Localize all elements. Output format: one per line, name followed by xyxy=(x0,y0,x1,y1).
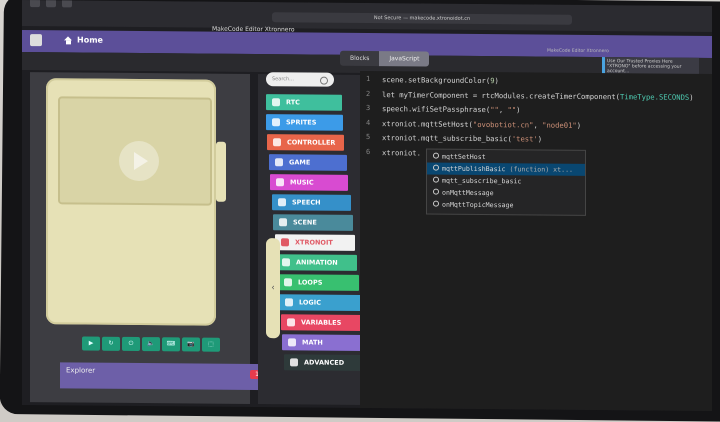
code-line[interactable]: xtroniot. xyxy=(382,148,421,157)
autocomplete-label: mqttSetHost xyxy=(442,152,486,162)
restart-button[interactable]: ↻ xyxy=(102,336,120,351)
sprites-icon xyxy=(272,118,280,127)
run-button[interactable]: ▶ xyxy=(82,336,100,351)
math-icon xyxy=(288,338,296,347)
autocomplete-label: onMqttMessage xyxy=(442,188,494,198)
page-icon[interactable] xyxy=(62,0,72,8)
toolbox-category-rtc[interactable]: RTC xyxy=(266,94,342,111)
toolbox-category-label: SPEECH xyxy=(292,198,321,207)
editor-name-label: MakeCode Editor Xtronnero xyxy=(547,48,609,55)
search-icon[interactable] xyxy=(320,76,328,85)
toolbox-category-music[interactable]: MUSIC xyxy=(270,174,349,191)
autocomplete-popup: mqttSetHost mqttPublishBasic (function) x… xyxy=(426,148,586,216)
music-icon xyxy=(276,178,284,187)
toolbox-category-loops[interactable]: LOOPS xyxy=(278,274,360,291)
method-icon xyxy=(433,164,439,171)
loops-icon xyxy=(284,278,292,287)
explorer-label: Explorer xyxy=(66,366,96,375)
toolbox-category-math[interactable]: MATH xyxy=(282,334,366,351)
line-number: 3 xyxy=(366,104,371,113)
toolbox-category-label: MUSIC xyxy=(290,178,314,187)
variables-icon xyxy=(287,318,295,327)
play-icon[interactable] xyxy=(119,140,159,182)
editor-tabs: Blocks JavaScript xyxy=(340,50,430,67)
line-number: 2 xyxy=(366,89,371,98)
method-icon xyxy=(433,188,439,195)
fullscreen-button[interactable]: ⬚ xyxy=(202,337,220,352)
home-button[interactable]: Home xyxy=(64,35,103,44)
code-line[interactable]: scene.setBackgroundColor(9) xyxy=(382,75,499,85)
toolbox-category-scene[interactable]: SCENE xyxy=(273,214,353,231)
tab-blocks[interactable]: Blocks xyxy=(340,50,380,67)
autocomplete-item[interactable]: onMqttTopicMessage xyxy=(427,199,585,212)
toolbox-category-controller[interactable]: CONTROLLER xyxy=(267,134,345,151)
screen: Not Secure — makecode.xtronoidot.cn Make… xyxy=(22,0,712,412)
toolbox-category-label: ANIMATION xyxy=(296,258,338,267)
toolbox-category-game[interactable]: GAME xyxy=(269,154,347,171)
code-line[interactable]: xtroniot.mqtt_subscribe_basic('test') xyxy=(382,133,542,143)
speech-icon xyxy=(278,198,286,207)
rtc-icon xyxy=(272,98,280,107)
browser-controls xyxy=(30,0,72,8)
toolbox-category-animation[interactable]: ANIMATION xyxy=(276,254,357,271)
logic-icon xyxy=(285,298,293,307)
line-number: 1 xyxy=(366,75,371,84)
mute-button[interactable]: 🔈 xyxy=(142,337,160,352)
line-number: 6 xyxy=(366,147,371,156)
code-line[interactable]: speech.wifiSetPassphrase("", "") xyxy=(382,104,520,114)
advanced-icon xyxy=(290,358,298,367)
controller-icon xyxy=(273,138,281,147)
toolbox-category-advanced[interactable]: ADVANCED xyxy=(284,354,368,372)
autocomplete-label: mqttPublishBasic xyxy=(442,164,506,174)
line-number: 5 xyxy=(366,133,371,142)
toolbox-category-label: LOGIC xyxy=(299,298,321,307)
toolbox-category-variables[interactable]: VARIABLES xyxy=(281,314,364,331)
xtronoit-icon xyxy=(281,238,289,247)
screenshot-button[interactable]: 📷 xyxy=(182,337,200,352)
home-icon xyxy=(64,36,73,44)
toolbox-category-label: GAME xyxy=(289,158,311,167)
simulator-toolbar: ▶ ↻ ⏻ 🔈 ⌨ 📷 ⬚ xyxy=(82,336,220,352)
simulator-side-button[interactable] xyxy=(216,141,226,202)
logo-icon xyxy=(30,34,42,47)
toolbox-category-label: LOOPS xyxy=(298,278,323,287)
autocomplete-label: onMqttTopicMessage xyxy=(442,200,514,210)
tab-javascript[interactable]: JavaScript xyxy=(379,51,430,67)
toolbox-category-label: VARIABLES xyxy=(301,318,342,327)
toolbox-category-xtronoit[interactable]: XTRONOIT xyxy=(275,234,356,251)
toolbox-category-logic[interactable]: LOGIC xyxy=(279,294,361,311)
toolbox-category-label: CONTROLLER xyxy=(287,138,336,147)
scene-icon xyxy=(279,218,287,227)
power-button[interactable]: ⏻ xyxy=(122,336,140,352)
toolbox-category-sprites[interactable]: SPRITES xyxy=(266,114,343,131)
browser-chrome: Not Secure — makecode.xtronoidot.cn xyxy=(22,0,712,33)
autocomplete-label: mqtt_subscribe_basic xyxy=(442,176,522,186)
collapse-toolbox-handle[interactable]: ‹ xyxy=(266,238,280,339)
code-line[interactable]: xtroniot.mqttSetHost("ovobotiot.cn", "no… xyxy=(382,119,581,130)
animation-icon xyxy=(282,258,290,267)
toolbox-category-label: SCENE xyxy=(293,218,317,227)
notification-text: Use Our Trusted Proxies Here "XTRONO" be… xyxy=(607,59,682,75)
toolbox-category-label: MATH xyxy=(302,338,323,347)
explorer-bar[interactable]: Explorer 1 ⌄ xyxy=(60,362,273,391)
game-icon xyxy=(275,158,283,167)
keyboard-button[interactable]: ⌨ xyxy=(162,337,180,352)
autocomplete-detail: (function) xt... xyxy=(505,165,574,174)
method-icon xyxy=(433,152,439,159)
address-bar[interactable]: Not Secure — makecode.xtronoidot.cn xyxy=(272,12,572,25)
window-icon[interactable] xyxy=(30,0,40,8)
toolbox-category-label: XTRONOIT xyxy=(295,238,333,247)
method-icon xyxy=(433,200,439,207)
toolbox-category-label: RTC xyxy=(286,98,300,107)
home-label: Home xyxy=(77,35,103,45)
tab-icon[interactable] xyxy=(46,0,56,8)
toolbox-category-label: ADVANCED xyxy=(304,358,345,367)
toolbox-category-label: SPRITES xyxy=(286,118,317,127)
line-number: 4 xyxy=(366,118,371,127)
toolbox-category-speech[interactable]: SPEECH xyxy=(272,194,351,211)
method-icon xyxy=(433,176,439,183)
